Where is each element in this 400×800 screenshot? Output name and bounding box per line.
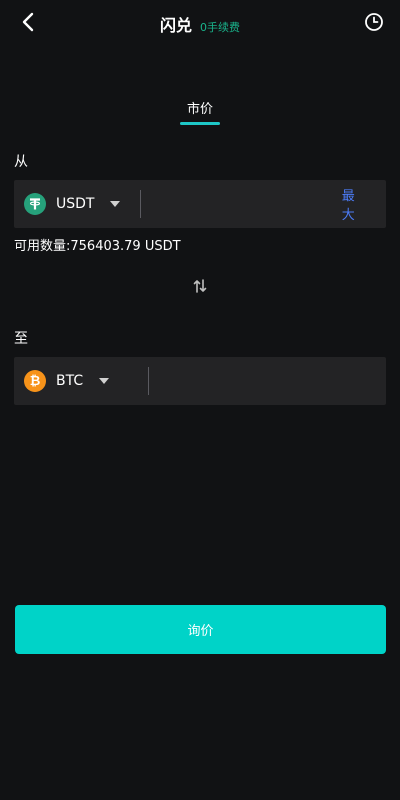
bitcoin-icon: ₿: [24, 370, 46, 392]
available-label: 可用数量:: [14, 239, 71, 254]
clock-icon: [365, 13, 383, 31]
fee-badge: 0手续费: [200, 21, 240, 34]
caret-down-icon: [99, 378, 110, 384]
from-coin-selector[interactable]: USDT: [14, 180, 140, 228]
from-coin-name: USDT: [56, 196, 95, 212]
to-amount-input[interactable]: [149, 357, 386, 405]
to-coin-selector[interactable]: ₿ BTC: [14, 357, 148, 405]
from-label: 从: [14, 154, 28, 170]
tab-bar: 市价: [0, 98, 400, 125]
to-coin-name: BTC: [56, 373, 84, 389]
page-title: 闪兑: [159, 16, 192, 35]
header-bar: 闪兑 0手续费: [0, 0, 400, 46]
available-value: 756403.79 USDT: [70, 239, 181, 254]
caret-down-icon: [110, 201, 121, 207]
tether-icon: [24, 193, 46, 215]
tab-market-price[interactable]: 市价: [187, 98, 213, 125]
to-field: ₿ BTC: [14, 357, 386, 405]
swap-arrows-icon: [193, 279, 207, 293]
from-field: USDT 最大: [14, 180, 386, 228]
from-amount-input[interactable]: [140, 180, 342, 228]
to-label: 至: [14, 331, 28, 347]
history-button[interactable]: [364, 12, 384, 32]
max-button[interactable]: 最大: [342, 185, 386, 223]
available-balance: 可用数量:756403.79 USDT: [14, 235, 181, 254]
inquire-price-button[interactable]: 询价: [15, 605, 386, 654]
title-group: 闪兑 0手续费: [0, 12, 400, 36]
swap-direction-button[interactable]: [192, 278, 208, 294]
